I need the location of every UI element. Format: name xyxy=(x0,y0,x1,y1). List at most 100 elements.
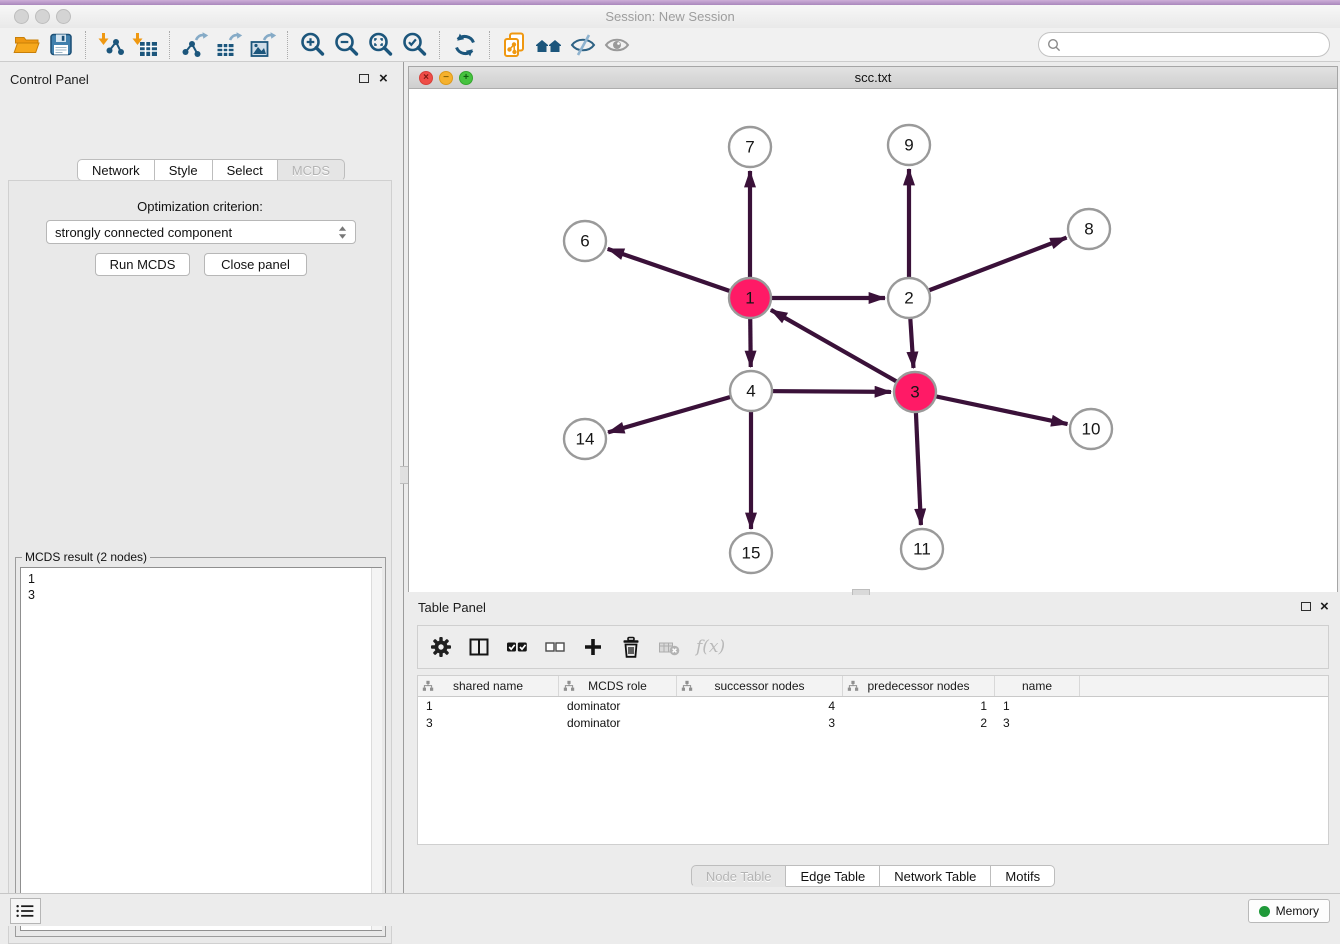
close-view-button[interactable]: × xyxy=(419,71,433,85)
memory-label: Memory xyxy=(1276,904,1319,918)
node-14[interactable]: 14 xyxy=(564,419,606,459)
table-settings-button[interactable] xyxy=(430,636,452,658)
tree-icon xyxy=(847,680,859,692)
table-toolbar: f(x) xyxy=(417,625,1329,669)
tab-motifs[interactable]: Motifs xyxy=(991,865,1055,887)
duplicate-network-button[interactable] xyxy=(498,30,532,60)
zoom-selected-button[interactable] xyxy=(398,30,432,60)
node-7[interactable]: 7 xyxy=(729,127,771,167)
table-row[interactable]: 1dominator411 xyxy=(418,697,1328,714)
node-6[interactable]: 6 xyxy=(564,221,606,261)
zoom-fit-icon xyxy=(367,31,395,59)
network-graph: 7 9 6 8 1 2 4 3 14 10 15 11 xyxy=(409,89,1337,592)
import-table-button[interactable] xyxy=(128,30,162,60)
save-session-button[interactable] xyxy=(44,30,78,60)
open-folder-icon xyxy=(13,31,41,59)
duplicate-network-icon xyxy=(501,31,529,59)
table-cell: 2 xyxy=(843,716,995,730)
export-table-button[interactable] xyxy=(212,30,246,60)
table-cell: 4 xyxy=(677,699,843,713)
column-header-shared-name[interactable]: shared name xyxy=(418,676,559,696)
run-mcds-button[interactable]: Run MCDS xyxy=(95,253,190,276)
close-panel-icon[interactable]: × xyxy=(379,73,388,85)
float-table-panel-icon[interactable] xyxy=(1301,602,1311,611)
function-builder-button[interactable]: f(x) xyxy=(696,637,725,657)
edge-2-8[interactable] xyxy=(909,238,1067,298)
maximize-view-button[interactable]: + xyxy=(459,71,473,85)
divider-grip[interactable] xyxy=(400,466,408,484)
close-panel-button[interactable]: Close panel xyxy=(204,253,307,276)
minimize-view-button[interactable]: − xyxy=(439,71,453,85)
tab-network-table[interactable]: Network Table xyxy=(880,865,991,887)
task-history-button[interactable] xyxy=(10,898,41,924)
delete-table-button[interactable] xyxy=(658,636,680,658)
tab-mcds[interactable]: MCDS xyxy=(278,159,345,181)
show-column-panel-button[interactable] xyxy=(468,636,490,658)
close-table-panel-icon[interactable]: × xyxy=(1320,601,1329,613)
tab-network[interactable]: Network xyxy=(77,159,155,181)
hide-network-view-button[interactable] xyxy=(566,30,600,60)
show-network-view-button[interactable] xyxy=(600,30,634,60)
zoom-out-button[interactable] xyxy=(330,30,364,60)
titlebar: Session: New Session xyxy=(0,5,1340,29)
delete-column-button[interactable] xyxy=(620,636,642,658)
edge-3-10[interactable] xyxy=(915,392,1068,424)
memory-button[interactable]: Memory xyxy=(1248,899,1330,923)
column-header-successor-nodes[interactable]: successor nodes xyxy=(677,676,843,696)
node-11[interactable]: 11 xyxy=(901,529,943,569)
zoom-out-icon xyxy=(333,31,361,59)
edge-4-14[interactable] xyxy=(608,391,751,432)
import-network-button[interactable] xyxy=(94,30,128,60)
search-input[interactable] xyxy=(1061,37,1321,53)
panel-divider[interactable] xyxy=(400,62,408,893)
create-column-button[interactable] xyxy=(582,636,604,658)
node-3[interactable]: 3 xyxy=(894,372,936,412)
status-bar: Memory xyxy=(0,893,1340,926)
task-list-icon xyxy=(15,903,36,919)
node-table: shared nameMCDS rolesuccessor nodesprede… xyxy=(417,675,1329,845)
network-window: × − + scc.txt 7968124314101511 xyxy=(408,66,1338,592)
result-scrollbar[interactable] xyxy=(371,568,382,930)
column-header-name[interactable]: name xyxy=(995,676,1080,696)
tab-select[interactable]: Select xyxy=(213,159,278,181)
refresh-button[interactable] xyxy=(448,30,482,60)
node-15[interactable]: 15 xyxy=(730,533,772,573)
criterion-value: strongly connected component xyxy=(55,225,338,240)
network-canvas[interactable]: 7 9 6 8 1 2 4 3 14 10 15 11 xyxy=(409,89,1337,592)
column-header-MCDS-role[interactable]: MCDS role xyxy=(559,676,677,696)
table-row[interactable]: 3dominator323 xyxy=(418,714,1328,731)
node-10[interactable]: 10 xyxy=(1070,409,1112,449)
mcds-result-text[interactable]: 1 3 xyxy=(20,567,382,931)
criterion-select[interactable]: strongly connected component xyxy=(46,220,356,244)
node-2[interactable]: 2 xyxy=(888,278,930,318)
node-9[interactable]: 9 xyxy=(888,125,930,165)
svg-text:2: 2 xyxy=(904,289,913,308)
edge-3-1[interactable] xyxy=(771,310,915,392)
deselect-all-columns-button[interactable] xyxy=(544,636,566,658)
table-cell: 3 xyxy=(995,716,1080,730)
edge-1-6[interactable] xyxy=(608,249,750,298)
trash-icon xyxy=(620,636,642,658)
column-header-predecessor-nodes[interactable]: predecessor nodes xyxy=(843,676,995,696)
show-all-networks-button[interactable] xyxy=(532,30,566,60)
search-icon xyxy=(1047,38,1061,52)
float-panel-icon[interactable] xyxy=(359,74,369,83)
node-8[interactable]: 8 xyxy=(1068,209,1110,249)
export-image-button[interactable] xyxy=(246,30,280,60)
select-all-columns-button[interactable] xyxy=(506,636,528,658)
node-4[interactable]: 4 xyxy=(730,371,772,411)
export-table-icon xyxy=(215,31,243,59)
tab-style[interactable]: Style xyxy=(155,159,213,181)
column-label: name xyxy=(1022,679,1052,693)
floppy-disk-icon xyxy=(47,31,75,59)
tab-edge-table[interactable]: Edge Table xyxy=(786,865,880,887)
svg-text:8: 8 xyxy=(1084,220,1093,239)
search-field[interactable] xyxy=(1038,32,1330,57)
open-session-button[interactable] xyxy=(10,30,44,60)
tab-node-table[interactable]: Node Table xyxy=(691,865,787,887)
control-panel-title: Control Panel xyxy=(10,72,89,87)
zoom-fit-button[interactable] xyxy=(364,30,398,60)
zoom-in-button[interactable] xyxy=(296,30,330,60)
node-1[interactable]: 1 xyxy=(729,278,771,318)
export-network-button[interactable] xyxy=(178,30,212,60)
